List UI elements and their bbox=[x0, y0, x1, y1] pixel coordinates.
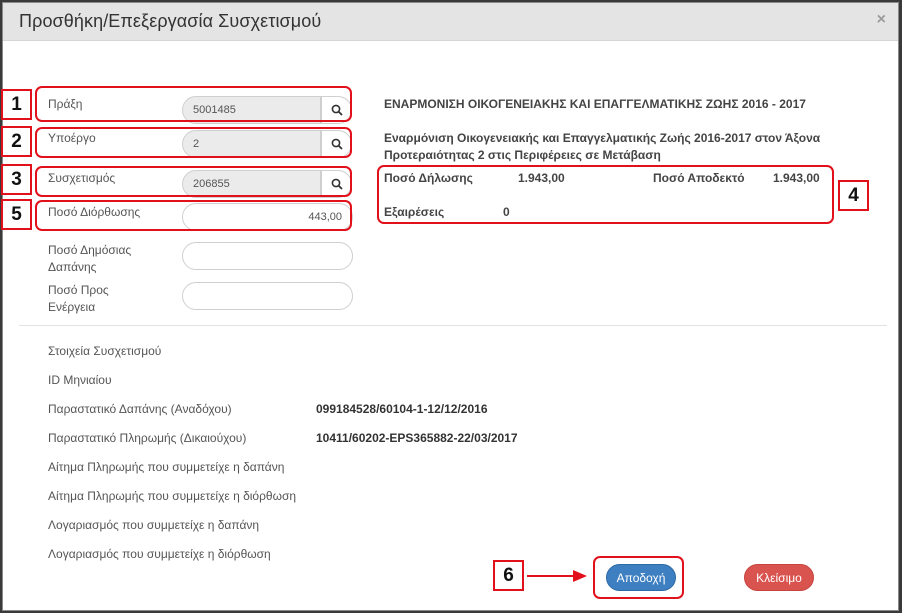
poso-dimosias-dapanis-input[interactable] bbox=[182, 242, 353, 270]
arrow-right-icon bbox=[527, 570, 587, 582]
detail-label-logariasmos-dapani: Λογαριασμός που συμμετείχε η δαπάνη bbox=[48, 518, 260, 532]
annotation-box-5 bbox=[35, 200, 352, 231]
annotation-box-1 bbox=[35, 86, 352, 122]
annotation-number-4: 4 bbox=[838, 180, 869, 211]
annotation-number-2: 2 bbox=[1, 126, 32, 157]
project-description: Εναρμόνιση Οικογενειακής και Επαγγελματι… bbox=[384, 130, 864, 164]
close-icon[interactable]: × bbox=[877, 11, 886, 29]
detail-value-parastatiko-dapanis: 099184528/60104-1-12/12/2016 bbox=[316, 402, 488, 416]
project-title: ΕΝΑΡΜΟΝΙΣΗ ΟΙΚΟΓΕΝΕΙΑΚΗΣ ΚΑΙ ΕΠΑΓΓΕΛΜΑΤΙ… bbox=[384, 97, 806, 111]
poso-pros-energeia-label: Ποσό Προς Ενέργεια bbox=[48, 283, 109, 314]
detail-label-id-miniaiou: ID Μηνιαίου bbox=[48, 373, 112, 387]
detail-label-parastatiko-pliromis: Παραστατικό Πληρωμής (Δικαιούχου) bbox=[48, 431, 247, 445]
modal-title: Προσθήκη/Επεξεργασία Συσχετισμού bbox=[19, 11, 322, 31]
annotation-number-6: 6 bbox=[493, 560, 524, 591]
annotation-box-6 bbox=[593, 556, 684, 599]
annotation-number-1: 1 bbox=[1, 89, 32, 120]
poso-pros-energeia-input[interactable] bbox=[182, 282, 353, 310]
project-description-line2: Προτεραιότητας 2 στις Περιφέρειες σε Μετ… bbox=[384, 148, 661, 162]
details-section-title: Στοιχεία Συσχετισμού bbox=[48, 344, 162, 358]
section-divider bbox=[19, 325, 887, 326]
poso-dimosias-dapanis-label: Ποσό Δημόσιας Δαπάνης bbox=[48, 243, 132, 274]
project-description-line1: Εναρμόνιση Οικογενειακής και Επαγγελματι… bbox=[384, 131, 821, 145]
detail-label-aitima-dapani: Αίτημα Πληρωμής που συμμετείχε η δαπάνη bbox=[48, 460, 285, 474]
annotation-box-2 bbox=[35, 127, 352, 158]
detail-label-aitima-diorthosi: Αίτημα Πληρωμής που συμμετείχε η διόρθωσ… bbox=[48, 489, 297, 503]
detail-value-parastatiko-pliromis: 10411/60202-EPS365882-22/03/2017 bbox=[316, 431, 518, 445]
close-button[interactable]: Κλείσιμο bbox=[744, 564, 814, 591]
detail-label-parastatiko-dapanis: Παραστατικό Δαπάνης (Αναδόχου) bbox=[48, 402, 232, 416]
annotation-number-5: 5 bbox=[1, 199, 32, 230]
annotation-box-3 bbox=[35, 166, 352, 197]
modal-header: Προσθήκη/Επεξεργασία Συσχετισμού × bbox=[3, 3, 898, 41]
detail-label-logariasmos-diorthosi: Λογαριασμός που συμμετείχε η διόρθωση bbox=[48, 547, 271, 561]
annotation-box-4 bbox=[377, 165, 834, 224]
annotation-number-3: 3 bbox=[1, 164, 32, 195]
